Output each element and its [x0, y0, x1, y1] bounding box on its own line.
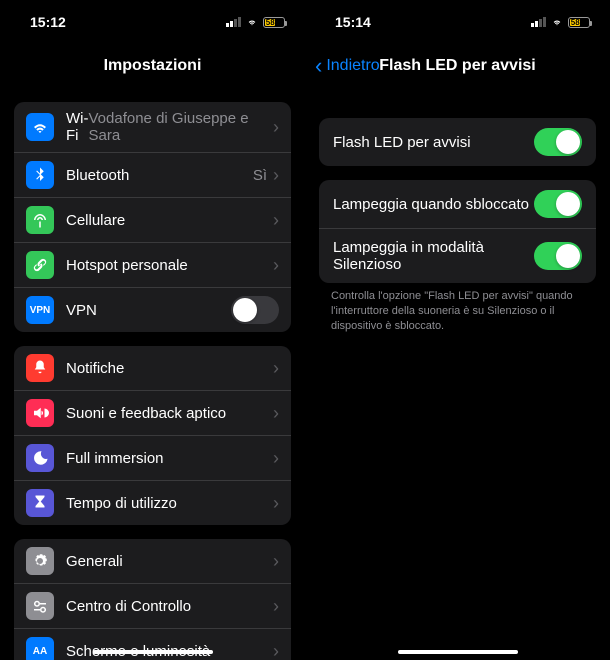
chevron-right-icon: › — [273, 403, 279, 424]
row-label: VPN — [66, 302, 231, 319]
battery-icon: 58 — [263, 17, 285, 28]
row-label: Wi-Fi — [66, 110, 89, 144]
settings-row-link[interactable]: Hotspot personale› — [14, 243, 291, 288]
wifi-icon — [26, 113, 54, 141]
chevron-right-icon: › — [273, 117, 279, 138]
switches-icon — [26, 592, 54, 620]
chevron-right-icon: › — [273, 255, 279, 276]
settings-row-hourglass[interactable]: Tempo di utilizzo› — [14, 481, 291, 525]
antenna-icon — [26, 206, 54, 234]
moon-icon — [26, 444, 54, 472]
link-icon — [26, 251, 54, 279]
settings-row-bluetooth[interactable]: BluetoothSì › — [14, 153, 291, 198]
chevron-right-icon: › — [273, 596, 279, 617]
wifi-status-icon — [245, 17, 259, 27]
chevron-right-icon: › — [273, 165, 279, 186]
gear-icon — [26, 547, 54, 575]
row-label: Notifiche — [66, 360, 273, 377]
row-label: Cellulare — [66, 212, 273, 229]
row-label: Flash LED per avvisi — [333, 134, 534, 151]
cellular-signal-icon — [531, 17, 546, 27]
row-label: Full immersion — [66, 450, 273, 467]
settings-group: Lampeggia quando sbloccato Lampeggia in m… — [319, 180, 596, 283]
settings-group: Flash LED per avvisi — [319, 118, 596, 166]
back-button[interactable]: ‹ Indietro — [315, 55, 380, 77]
row-label: Bluetooth — [66, 167, 253, 184]
chevron-right-icon: › — [273, 210, 279, 231]
settings-group: Notifiche›Suoni e feedback aptico›Full i… — [14, 346, 291, 525]
settings-row: Lampeggia in modalità Silenzioso — [319, 229, 596, 283]
speaker-icon — [26, 399, 54, 427]
group-footer-text: Controlla l'opzione "Flash LED per avvis… — [305, 283, 610, 334]
chevron-right-icon: › — [273, 641, 279, 660]
row-detail: Sì — [253, 167, 267, 184]
settings-screen: 15:12 58 Impostazioni Wi-FiVodafone di G… — [0, 0, 305, 660]
battery-icon: 58 — [568, 17, 590, 28]
settings-row-bell[interactable]: Notifiche› — [14, 346, 291, 391]
row-label: Generali — [66, 553, 273, 570]
row-label: Lampeggia quando sbloccato — [333, 196, 534, 213]
cellular-signal-icon — [226, 17, 241, 27]
settings-row-vpn[interactable]: VPN VPN — [14, 288, 291, 332]
nav-bar: Impostazioni — [0, 44, 305, 88]
settings-row: Flash LED per avvisi — [319, 118, 596, 166]
home-indicator[interactable] — [398, 650, 518, 654]
row-label: Hotspot personale — [66, 257, 273, 274]
toggle-switch[interactable] — [534, 128, 582, 156]
settings-row-wifi[interactable]: Wi-FiVodafone di Giuseppe e Sara› — [14, 102, 291, 153]
settings-group: Wi-FiVodafone di Giuseppe e Sara›Bluetoo… — [14, 102, 291, 332]
status-time: 15:12 — [30, 14, 66, 30]
settings-group: Generali›Centro di Controllo›AASchermo e… — [14, 539, 291, 660]
toggle-switch[interactable] — [534, 190, 582, 218]
home-indicator[interactable] — [93, 650, 213, 654]
settings-row-moon[interactable]: Full immersion› — [14, 436, 291, 481]
chevron-left-icon: ‹ — [315, 55, 322, 77]
row-label: Centro di Controllo — [66, 598, 273, 615]
toggle-switch[interactable] — [231, 296, 279, 324]
row-label: Tempo di utilizzo — [66, 495, 273, 512]
back-label: Indietro — [326, 57, 379, 75]
settings-row: Lampeggia quando sbloccato — [319, 180, 596, 229]
wifi-status-icon — [550, 17, 564, 27]
row-detail: Vodafone di Giuseppe e Sara — [89, 110, 268, 144]
settings-row-aa[interactable]: AASchermo e luminosità› — [14, 629, 291, 660]
status-right: 58 — [531, 17, 590, 28]
bluetooth-icon — [26, 161, 54, 189]
toggle-switch[interactable] — [534, 242, 582, 270]
aa-icon: AA — [26, 637, 54, 660]
status-time: 15:14 — [335, 14, 371, 30]
page-title: Impostazioni — [0, 57, 305, 75]
row-label: Lampeggia in modalità Silenzioso — [333, 239, 534, 273]
hourglass-icon — [26, 489, 54, 517]
row-label: Suoni e feedback aptico — [66, 405, 273, 422]
bell-icon — [26, 354, 54, 382]
settings-row-gear[interactable]: Generali› — [14, 539, 291, 584]
status-bar: 15:12 58 — [0, 0, 305, 44]
nav-bar: ‹ Indietro Flash LED per avvisi — [305, 44, 610, 88]
chevron-right-icon: › — [273, 493, 279, 514]
settings-row-antenna[interactable]: Cellulare› — [14, 198, 291, 243]
chevron-right-icon: › — [273, 448, 279, 469]
flash-led-screen: 15:14 58 ‹ Indietro Flash LED per avvisi… — [305, 0, 610, 660]
settings-row-speaker[interactable]: Suoni e feedback aptico› — [14, 391, 291, 436]
status-right: 58 — [226, 17, 285, 28]
chevron-right-icon: › — [273, 551, 279, 572]
settings-row-switches[interactable]: Centro di Controllo› — [14, 584, 291, 629]
vpn-icon: VPN — [26, 296, 54, 324]
status-bar: 15:14 58 — [305, 0, 610, 44]
chevron-right-icon: › — [273, 358, 279, 379]
